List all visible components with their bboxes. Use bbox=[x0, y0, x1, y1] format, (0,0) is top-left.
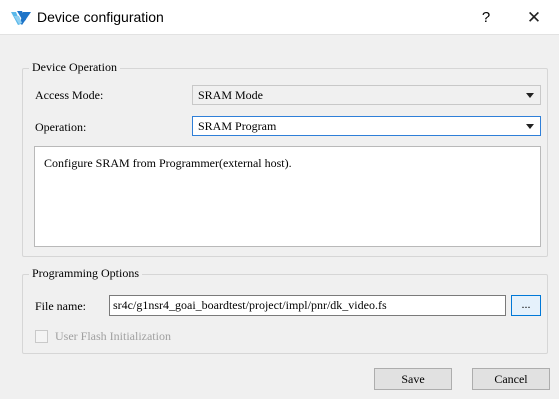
cancel-button[interactable]: Cancel bbox=[472, 368, 550, 390]
access-mode-value: SRAM Mode bbox=[198, 88, 264, 102]
title-bar: Device configuration ? ✕ bbox=[0, 0, 559, 35]
access-mode-dropdown[interactable]: SRAM Mode bbox=[192, 85, 541, 105]
operation-value: SRAM Program bbox=[198, 119, 277, 133]
help-button[interactable]: ? bbox=[474, 7, 498, 29]
save-button[interactable]: Save bbox=[374, 368, 452, 390]
operation-dropdown[interactable]: SRAM Program bbox=[192, 116, 541, 136]
programming-options-legend: Programming Options bbox=[29, 266, 142, 281]
chevron-down-icon bbox=[526, 124, 534, 129]
access-mode-label: Access Mode: bbox=[35, 88, 104, 102]
close-button[interactable]: ✕ bbox=[520, 6, 548, 30]
window-title: Device configuration bbox=[37, 9, 164, 25]
user-flash-label: User Flash Initialization bbox=[55, 329, 171, 343]
chevron-down-icon bbox=[526, 93, 534, 98]
file-name-input[interactable]: sr4c/g1nsr4_goai_boardtest/project/impl/… bbox=[109, 295, 506, 316]
browse-button[interactable]: ... bbox=[511, 295, 541, 316]
operation-description-box: Configure SRAM from Programmer(external … bbox=[34, 146, 541, 247]
operation-label: Operation: bbox=[35, 120, 87, 134]
app-logo-icon bbox=[11, 11, 31, 25]
device-operation-legend: Device Operation bbox=[29, 60, 120, 75]
file-name-label: File name: bbox=[35, 299, 86, 313]
operation-description: Configure SRAM from Programmer(external … bbox=[44, 156, 292, 170]
user-flash-checkbox[interactable] bbox=[35, 330, 48, 343]
